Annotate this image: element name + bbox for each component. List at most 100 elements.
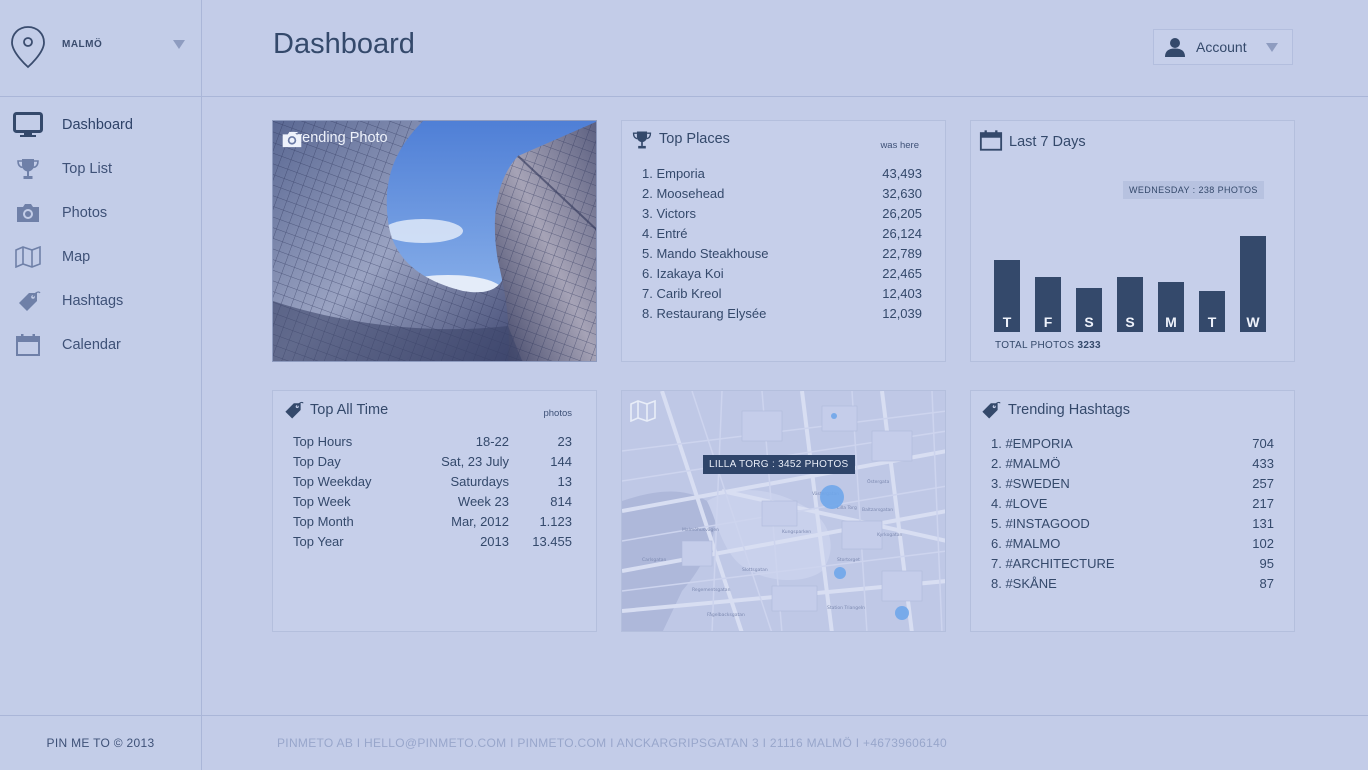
stat-value: 23 xyxy=(557,434,572,449)
day-label: W xyxy=(1246,314,1260,330)
sidebar-footer: PIN ME TO © 2013 xyxy=(0,715,201,770)
list-item[interactable]: 6. Izakaya Koi 22,465 xyxy=(622,266,945,286)
hashtag-count: 102 xyxy=(1252,536,1274,551)
day-bar[interactable]: S xyxy=(1076,288,1102,332)
stat-name: Top Weekday xyxy=(293,474,372,489)
sidebar-item-hashtags[interactable]: Hashtags xyxy=(0,279,201,323)
stat-detail: 2013 xyxy=(480,534,509,549)
map-card[interactable]: Västergatan Östergata Baltzarsgatan Kung… xyxy=(621,390,946,632)
stat-name: Top Year xyxy=(293,534,344,549)
day-bar[interactable]: S xyxy=(1117,277,1143,332)
list-item[interactable]: 3. #SWEDEN 257 xyxy=(971,476,1294,496)
trending-photo-label: Trending Photo xyxy=(281,130,388,148)
stat-value: 13 xyxy=(557,474,572,489)
list-item[interactable]: 1. Emporia 43,493 xyxy=(622,166,945,186)
list-item[interactable]: 3. Victors 26,205 xyxy=(622,206,945,226)
place-count: 22,789 xyxy=(882,246,922,261)
stat-detail: Saturdays xyxy=(450,474,509,489)
chevron-down-icon xyxy=(1266,43,1278,52)
day-bar[interactable]: T xyxy=(1199,291,1225,332)
card-title: Trending Hashtags xyxy=(1008,402,1130,418)
hashtag-count: 433 xyxy=(1252,456,1274,471)
list-item[interactable]: Top Month Mar, 2012 1.123 xyxy=(273,514,596,534)
street-label: Carlsgatan xyxy=(642,557,666,563)
stat-name: Top Month xyxy=(293,514,354,529)
column-header: photos xyxy=(543,408,572,419)
stat-value: 144 xyxy=(550,454,572,469)
place-count: 32,630 xyxy=(882,186,922,201)
last-7-days-card: Last 7 Days WEDNESDAY : 238 PHOTOS T F S S M… xyxy=(970,120,1295,362)
list-item[interactable]: 4. Entré 26,124 xyxy=(622,226,945,246)
photo-bubble[interactable] xyxy=(895,606,909,620)
trending-photo-title: Trending Photo xyxy=(289,130,388,146)
street-label: Stortorget xyxy=(837,557,860,563)
list-item[interactable]: 8. Restaurang Elysée 12,039 xyxy=(622,306,945,326)
hashtag-name: 4. #LOVE xyxy=(991,496,1048,511)
map-pin-icon xyxy=(11,26,45,69)
day-tooltip: WEDNESDAY : 238 PHOTOS xyxy=(1123,181,1264,199)
list-item[interactable]: 8. #SKÅNE 87 xyxy=(971,576,1294,596)
photo-bubble-lilla-torg[interactable] xyxy=(820,485,844,509)
place-name: 6. Izakaya Koi xyxy=(642,266,724,281)
list-item[interactable]: Top Hours 18-22 23 xyxy=(273,434,596,454)
street-label: Slottsgatan xyxy=(742,567,768,573)
sidebar-item-label: Dashboard xyxy=(62,117,133,133)
column-header: was here xyxy=(880,140,919,151)
account-button[interactable]: Account xyxy=(1153,29,1293,65)
hashtag-name: 6. #MALMO xyxy=(991,536,1061,551)
list-item[interactable]: Top Week Week 23 814 xyxy=(273,494,596,514)
place-count: 12,403 xyxy=(882,286,922,301)
day-bar[interactable]: W xyxy=(1240,236,1266,332)
list-item[interactable]: Top Day Sat, 23 July 144 xyxy=(273,454,596,474)
list-item[interactable]: 7. #ARCHITECTURE 95 xyxy=(971,556,1294,576)
sidebar-item-photos[interactable]: Photos xyxy=(0,191,201,235)
city-name: MALMÖ xyxy=(62,38,103,50)
tag-icon xyxy=(13,288,43,314)
place-name: 1. Emporia xyxy=(642,166,705,181)
day-bar[interactable]: M xyxy=(1158,282,1184,332)
day-bar[interactable]: T xyxy=(994,260,1020,332)
trending-photo-card[interactable]: Trending Photo xyxy=(272,120,597,362)
sidebar-item-map[interactable]: Map xyxy=(0,235,201,279)
page-footer: PINMETO AB I HELLO@PINMETO.COM I PINMETO… xyxy=(202,715,1368,770)
chevron-down-icon[interactable] xyxy=(173,40,185,49)
tag-icon xyxy=(285,401,304,419)
hashtag-name: 5. #INSTAGOOD xyxy=(991,516,1090,531)
list-item[interactable]: 2. Moosehead 32,630 xyxy=(622,186,945,206)
city-map[interactable]: Västergatan Östergata Baltzarsgatan Kung… xyxy=(622,391,946,632)
list-item[interactable]: 6. #MALMO 102 xyxy=(971,536,1294,556)
list-item[interactable]: 2. #MALMÖ 433 xyxy=(971,456,1294,476)
monitor-icon xyxy=(13,112,43,138)
map-icon xyxy=(630,400,656,422)
place-name: 5. Mando Steakhouse xyxy=(642,246,769,261)
page-title: Dashboard xyxy=(273,28,415,60)
user-icon xyxy=(1165,38,1185,57)
list-item[interactable]: 7. Carib Kreol 12,403 xyxy=(622,286,945,306)
list-item[interactable]: 1. #EMPORIA 704 xyxy=(971,436,1294,456)
total-photos-value: 3233 xyxy=(1077,340,1101,351)
photo-bubble[interactable] xyxy=(831,413,837,419)
sidebar-item-calendar[interactable]: Calendar xyxy=(0,323,201,367)
place-name: 7. Carib Kreol xyxy=(642,286,722,301)
header: Dashboard Account xyxy=(202,0,1368,97)
sidebar-item-label: Hashtags xyxy=(62,293,124,309)
stat-detail: Mar, 2012 xyxy=(451,514,509,529)
top-places-card: Top Places was here 1. Emporia 43,493 2. M… xyxy=(621,120,946,362)
hashtag-name: 2. #MALMÖ xyxy=(991,456,1061,471)
hashtag-count: 95 xyxy=(1259,556,1274,571)
day-bar[interactable]: F xyxy=(1035,277,1061,332)
list-item[interactable]: 5. #INSTAGOOD 131 xyxy=(971,516,1294,536)
photo-bubble[interactable] xyxy=(834,567,846,579)
tag-icon xyxy=(982,401,1001,419)
total-photos-label: TOTAL PHOTOS xyxy=(995,340,1075,351)
place-count: 12,039 xyxy=(882,306,922,321)
sidebar-item-top-list[interactable]: Top List xyxy=(0,147,201,191)
city-selector[interactable]: MALMÖ xyxy=(0,0,201,97)
trending-hashtags-card: Trending Hashtags 1. #EMPORIA 704 2. #MALM… xyxy=(970,390,1295,632)
list-item[interactable]: 4. #LOVE 217 xyxy=(971,496,1294,516)
list-item[interactable]: Top Year 2013 13.455 xyxy=(273,534,596,554)
sidebar-item-dashboard[interactable]: Dashboard xyxy=(0,103,201,147)
top-all-time-card: Top All Time photos Top Hours 18-22 23 Top … xyxy=(272,390,597,632)
list-item[interactable]: Top Weekday Saturdays 13 xyxy=(273,474,596,494)
list-item[interactable]: 5. Mando Steakhouse 22,789 xyxy=(622,246,945,266)
